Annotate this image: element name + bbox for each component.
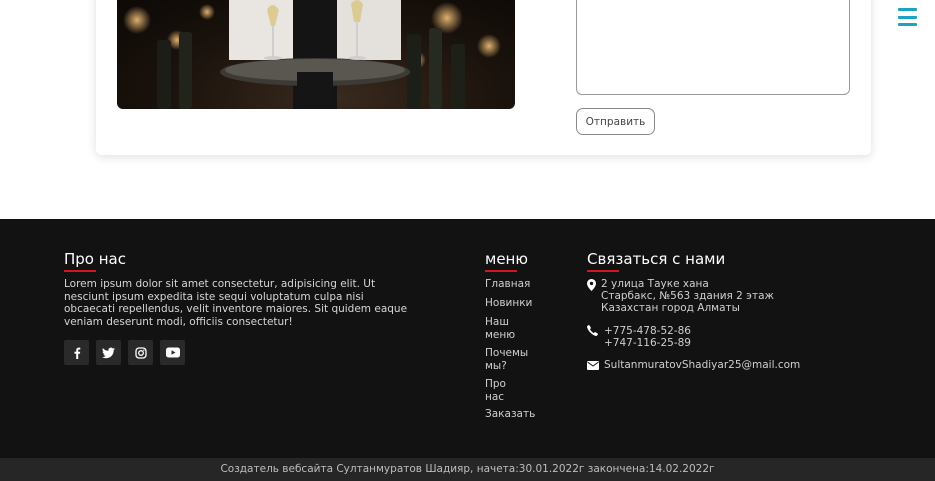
instagram-link[interactable] — [128, 340, 153, 365]
copyright-text: Создатель вебсайта Султанмуратов Шадияр,… — [220, 463, 715, 475]
contact-title-underline — [587, 270, 619, 272]
facebook-link[interactable] — [64, 340, 89, 365]
twitter-link[interactable] — [96, 340, 121, 365]
phone-icon — [587, 325, 598, 336]
about-title-underline — [64, 270, 96, 272]
hamburger-bar — [898, 8, 917, 11]
map-marker-icon — [587, 279, 596, 291]
footer-menu-item-our-menu[interactable]: Наш меню — [485, 316, 517, 341]
menu-title-underline — [485, 270, 517, 272]
about-text: Lorem ipsum dolor sit amet consectetur, … — [64, 278, 408, 328]
waiter-photo — [117, 0, 515, 109]
footer-menu-item-new[interactable]: Новинки — [485, 297, 532, 310]
message-textarea[interactable] — [576, 0, 850, 95]
youtube-link[interactable] — [160, 340, 185, 365]
hamburger-bar — [898, 15, 917, 19]
address-line: Казахстан город Алматы — [601, 302, 740, 314]
phone-line: +747-116-25-89 — [604, 337, 691, 349]
address-line: Старбакс, №563 здания 2 этаж — [601, 290, 774, 302]
facebook-icon — [74, 347, 80, 359]
footer-menu-item-about[interactable]: Про нас — [485, 378, 513, 403]
copyright-bar: Создатель вебсайта Султанмуратов Шадияр,… — [0, 458, 935, 481]
address-line: 2 улица Тауке хана — [601, 278, 709, 290]
footer-menu-item-why-us[interactable]: Почемы мы? — [485, 347, 531, 372]
menu-title: меню — [485, 250, 528, 268]
instagram-icon — [134, 346, 147, 359]
email-link[interactable]: SultanmuratovShadiyar25@mail.com — [604, 359, 800, 372]
footer: Про нас Lorem ipsum dolor sit amet conse… — [0, 219, 935, 458]
hamburger-menu-icon[interactable] — [898, 8, 917, 26]
about-title: Про нас — [64, 250, 126, 268]
envelope-icon — [587, 361, 599, 370]
youtube-icon — [165, 347, 180, 358]
send-button[interactable]: Отправить — [576, 108, 655, 135]
contact-title: Связаться с нами — [587, 250, 726, 268]
footer-menu-item-home[interactable]: Главная — [485, 278, 530, 291]
hamburger-bar — [898, 23, 917, 26]
phone-line: +775-478-52-86 — [604, 325, 691, 337]
twitter-icon — [102, 347, 115, 358]
footer-menu-item-order[interactable]: Заказать — [485, 408, 535, 421]
